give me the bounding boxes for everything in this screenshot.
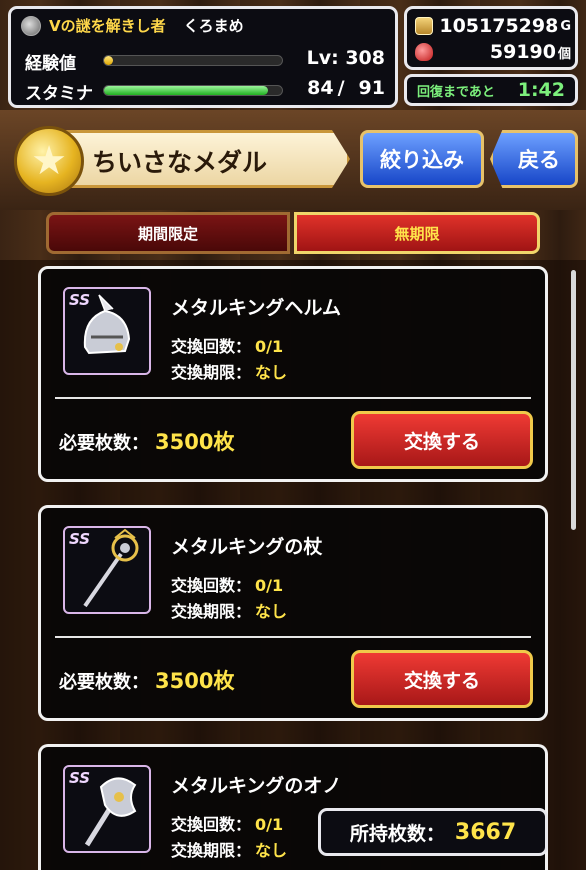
stamina-max: 91 [358, 77, 385, 99]
item-card-staff: SS メタルキングの杖 交換回数： 0/1 交換期限： なし 必要枚数： 3500枚 … [38, 505, 548, 721]
cost-row: 必要枚数： 3500枚 [59, 665, 234, 695]
stamina-label: スタミナ [25, 84, 93, 104]
deadline-row: 交換期限： なし [171, 598, 287, 622]
owned-medals-box: 所持枚数： 3667 [318, 808, 548, 856]
divider [55, 397, 531, 399]
exchange-count-value: 0/1 [255, 815, 284, 834]
exchange-count-row: 交換回数： 0/1 [171, 811, 283, 835]
item-name: メタルキングの杖 [171, 536, 323, 558]
exchange-count-label: 交換回数： [171, 576, 252, 595]
cost-row: 必要枚数： 3500枚 [59, 426, 234, 456]
currency-panel: 105175298 G 59190 個 [404, 6, 578, 70]
gems-row: 59190 個 [415, 41, 571, 63]
filter-button[interactable]: 絞り込み [360, 130, 484, 188]
item-icon-frame[interactable]: SS [63, 765, 151, 853]
helmet-icon [83, 294, 131, 355]
cost-value: 3500枚 [155, 669, 235, 693]
exchange-count-label: 交換回数： [171, 815, 252, 834]
deadline-row: 交換期限： なし [171, 359, 287, 383]
stamina-current: 84 [307, 77, 334, 99]
gems-unit: 個 [557, 46, 571, 62]
exp-bar [103, 55, 283, 66]
back-button-label: 戻る [518, 148, 560, 172]
player-row: Vの謎を解きし者 くろまめ [21, 15, 244, 36]
gold-value: 105175298 [439, 15, 559, 37]
stamina-recovery-box: 回復まであと 1:42 [404, 74, 578, 106]
cost-value: 3500枚 [155, 430, 235, 454]
player-title: Vの謎を解きし者 [49, 17, 166, 35]
item-icon-frame[interactable]: SS [63, 287, 151, 375]
item-icon-frame[interactable]: SS [63, 526, 151, 614]
stamina-bar [103, 85, 283, 96]
gold-bag-icon [415, 17, 433, 35]
deadline-value: なし [255, 602, 288, 621]
level-text: Lv: 308 [306, 47, 385, 69]
cost-label: 必要枚数： [59, 672, 149, 693]
avatar [21, 15, 41, 36]
recovery-time: 1:42 [517, 79, 565, 101]
gems-value: 59190 [489, 41, 556, 63]
small-medal-icon: ★ [14, 126, 84, 196]
axe-icon [84, 777, 137, 847]
gold-unit: G [560, 18, 571, 34]
exp-label: 経験値 [25, 54, 76, 74]
exchange-count-label: 交換回数： [171, 337, 252, 356]
deadline-label: 交換期限： [171, 841, 252, 860]
stamina-bar-fill [104, 86, 269, 95]
cost-label: 必要枚数： [59, 433, 149, 454]
deadline-label: 交換期限： [171, 363, 252, 382]
player-status-panel: Vの謎を解きし者 くろまめ 経験値 Lv: 308 スタミナ 84/ 91 [8, 6, 398, 108]
stamina-value: 84/ 91 [307, 77, 385, 99]
exchange-count-row: 交換回数： 0/1 [171, 572, 283, 596]
player-name: くろまめ [183, 17, 244, 35]
divider [55, 636, 531, 638]
deadline-label: 交換期限： [171, 602, 252, 621]
exchange-count-value: 0/1 [255, 576, 284, 595]
owned-label: 所持枚数： [349, 822, 445, 845]
owned-value: 3667 [454, 819, 517, 845]
scrollbar[interactable] [571, 270, 576, 530]
exchange-count-row: 交換回数： 0/1 [171, 333, 283, 357]
back-button[interactable]: 戻る [490, 130, 578, 188]
exp-bar-fill [104, 56, 113, 65]
exchange-button[interactable]: 交換する [351, 411, 533, 469]
item-card-helmet: SS メタルキングヘルム 交換回数： 0/1 交換期限： なし 必要枚数： 3500枚… [38, 266, 548, 482]
item-name: メタルキングのオノ [171, 775, 342, 797]
gem-icon [415, 43, 433, 61]
tab-unlimited[interactable]: 無期限 [294, 212, 540, 254]
deadline-value: なし [255, 841, 288, 860]
exchange-button[interactable]: 交換する [351, 650, 533, 708]
tab-limited-time[interactable]: 期間限定 [46, 212, 290, 254]
recovery-label: 回復まであと [417, 84, 495, 100]
exchange-count-value: 0/1 [255, 337, 284, 356]
page-title: ちいさなメダル [92, 148, 268, 177]
star-icon: ★ [31, 138, 67, 184]
deadline-value: なし [255, 363, 288, 382]
staff-icon [83, 528, 139, 608]
item-name: メタルキングヘルム [171, 297, 342, 319]
stamina-separator: / [337, 77, 345, 99]
gold-row: 105175298 G [415, 15, 571, 37]
deadline-row: 交換期限： なし [171, 837, 287, 861]
